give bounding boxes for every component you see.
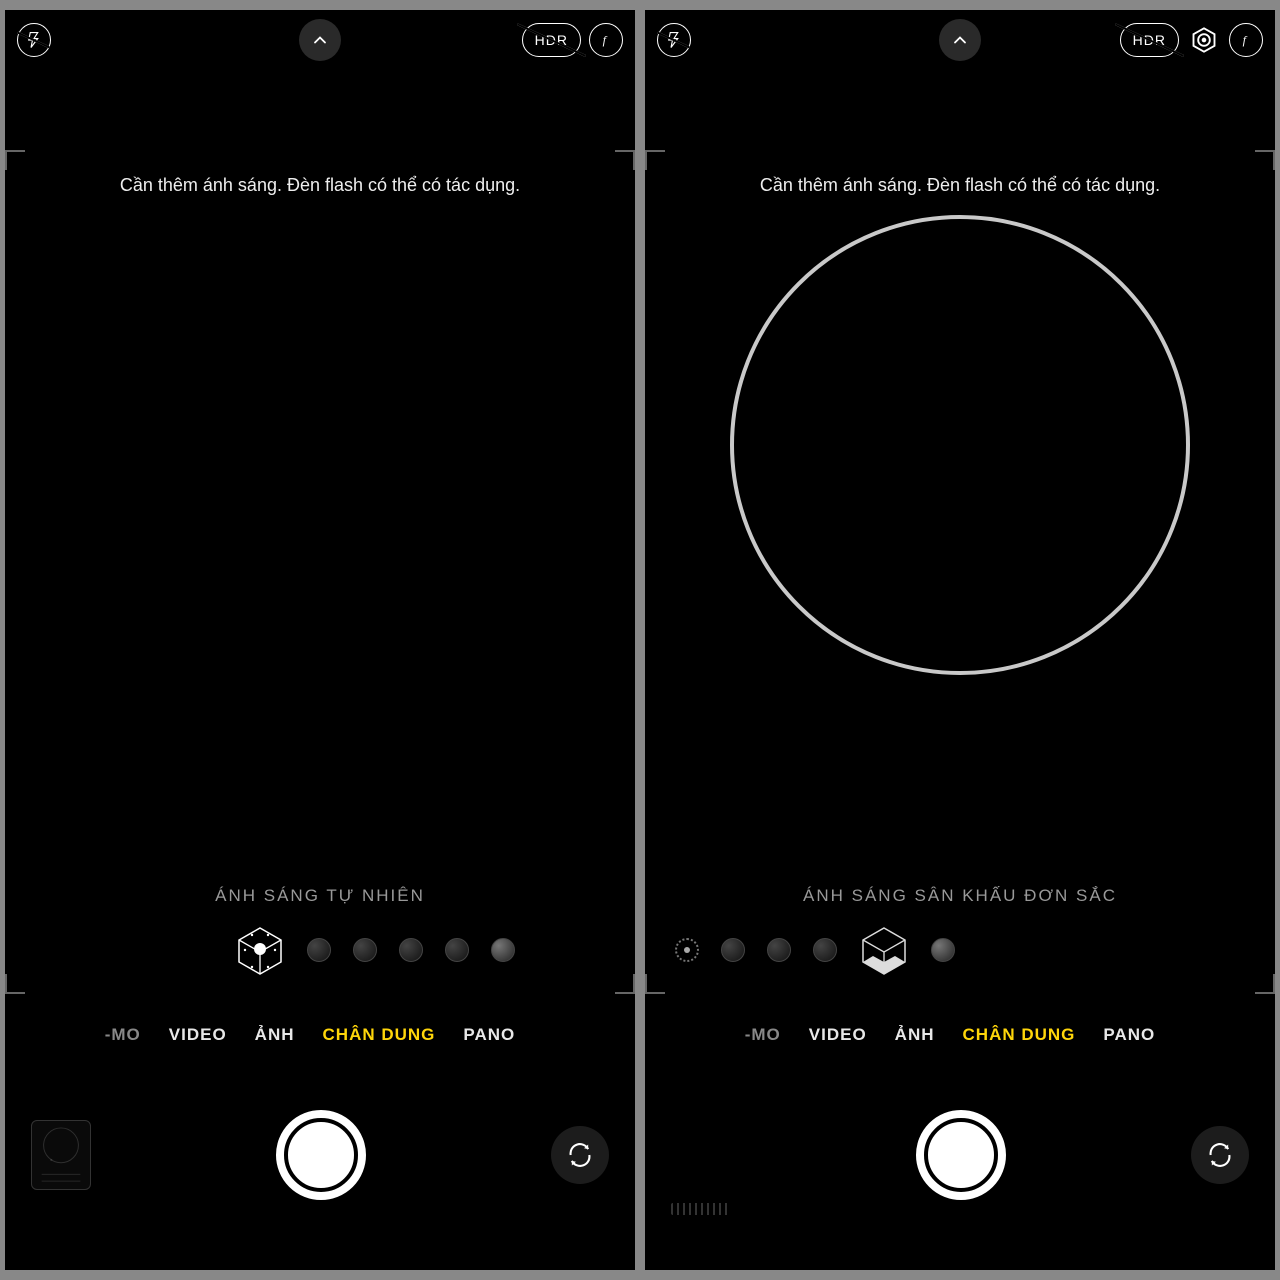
shutter-button[interactable] xyxy=(276,1110,366,1200)
chevron-up-icon xyxy=(950,30,970,50)
flash-off-button[interactable] xyxy=(17,23,51,57)
last-photo-thumbnail[interactable] xyxy=(31,1120,91,1190)
hexagon-icon xyxy=(1190,26,1218,54)
hdr-off-button[interactable]: HDR xyxy=(522,23,581,57)
frame-corner-br xyxy=(1255,974,1275,994)
lighting-selector[interactable] xyxy=(675,920,955,980)
mode-video[interactable]: VIDEO xyxy=(169,1025,227,1045)
lighting-option-contour[interactable] xyxy=(353,938,377,962)
expand-controls-button[interactable] xyxy=(939,19,981,61)
top-toolbar: HDR f xyxy=(645,10,1275,70)
flip-camera-icon xyxy=(566,1141,594,1169)
svg-text:f: f xyxy=(1243,33,1248,47)
f-icon: f xyxy=(598,32,614,48)
frame-corner-tl xyxy=(5,150,25,170)
bottom-dock: -MO VIDEO ẢNH CHÂN DUNG PANO xyxy=(5,1000,635,1270)
top-toolbar: HDR f xyxy=(5,10,635,70)
thumbnail-preview-icon xyxy=(32,1121,90,1189)
mode-video[interactable]: VIDEO xyxy=(809,1025,867,1045)
svg-text:f: f xyxy=(603,33,608,47)
low-light-hint: Cần thêm ánh sáng. Đèn flash có thể có t… xyxy=(645,175,1275,196)
lighting-option-studio[interactable] xyxy=(307,938,331,962)
expand-controls-button[interactable] xyxy=(299,19,341,61)
lighting-option-stage-mono[interactable] xyxy=(445,938,469,962)
f-icon: f xyxy=(1238,32,1254,48)
screenshot-right: HDR f Cần thêm ánh sáng. Đèn flash có th… xyxy=(645,10,1275,1270)
frame-corner-tl xyxy=(645,150,665,170)
stage-light-circle xyxy=(730,215,1190,675)
flash-off-button[interactable] xyxy=(657,23,691,57)
mode-portrait[interactable]: CHÂN DUNG xyxy=(323,1025,436,1045)
lighting-selector[interactable] xyxy=(235,920,485,980)
mode-photo[interactable]: ẢNH xyxy=(255,1025,295,1045)
screenshot-left: HDR f Cần thêm ánh sáng. Đèn flash có th… xyxy=(5,10,635,1270)
mode-photo[interactable]: ẢNH xyxy=(895,1025,935,1045)
viewfinder[interactable]: Cần thêm ánh sáng. Đèn flash có thể có t… xyxy=(5,70,635,1000)
mode-selector[interactable]: -MO VIDEO ẢNH CHÂN DUNG PANO xyxy=(645,1010,1275,1060)
lighting-mode-label: ÁNH SÁNG TỰ NHIÊN xyxy=(5,886,635,906)
mode-portrait[interactable]: CHÂN DUNG xyxy=(963,1025,1076,1045)
lighting-option-highkey[interactable] xyxy=(491,938,515,962)
lighting-option-stage[interactable] xyxy=(399,938,423,962)
frame-corner-tr xyxy=(615,150,635,170)
hdr-off-button[interactable]: HDR xyxy=(1120,23,1179,57)
mode-pano[interactable]: PANO xyxy=(463,1025,515,1045)
frame-corner-bl xyxy=(645,974,665,994)
frame-corner-bl xyxy=(5,974,25,994)
lighting-mode-label: ÁNH SÁNG SÂN KHẤU ĐƠN SẮC xyxy=(645,886,1275,906)
lighting-option-studio[interactable] xyxy=(721,938,745,962)
lighting-option-highkey[interactable] xyxy=(931,938,955,962)
lighting-option-stage[interactable] xyxy=(813,938,837,962)
shutter-button[interactable] xyxy=(916,1110,1006,1200)
flip-camera-button[interactable] xyxy=(551,1126,609,1184)
aperture-button[interactable]: f xyxy=(1229,23,1263,57)
mode-slomo-cut[interactable]: -MO xyxy=(105,1025,141,1045)
mode-slomo-cut[interactable]: -MO xyxy=(745,1025,781,1045)
mode-selector[interactable]: -MO VIDEO ẢNH CHÂN DUNG PANO xyxy=(5,1010,635,1060)
flip-camera-icon xyxy=(1206,1141,1234,1169)
lighting-natural-cube-icon[interactable] xyxy=(235,925,285,975)
chevron-up-icon xyxy=(310,30,330,50)
viewfinder[interactable]: Cần thêm ánh sáng. Đèn flash có thể có t… xyxy=(645,70,1275,1000)
live-photo-button[interactable] xyxy=(1187,23,1221,57)
bottom-dock: -MO VIDEO ẢNH CHÂN DUNG PANO xyxy=(645,1000,1275,1270)
last-photo-thumbnail-empty[interactable] xyxy=(671,1203,731,1215)
flip-camera-button[interactable] xyxy=(1191,1126,1249,1184)
frame-corner-br xyxy=(615,974,635,994)
mode-pano[interactable]: PANO xyxy=(1103,1025,1155,1045)
lighting-option-natural[interactable] xyxy=(675,938,699,962)
low-light-hint: Cần thêm ánh sáng. Đèn flash có thể có t… xyxy=(5,175,635,196)
frame-corner-tr xyxy=(1255,150,1275,170)
lighting-option-contour[interactable] xyxy=(767,938,791,962)
lighting-stage-mono-cube-icon[interactable] xyxy=(859,925,909,975)
aperture-button[interactable]: f xyxy=(589,23,623,57)
